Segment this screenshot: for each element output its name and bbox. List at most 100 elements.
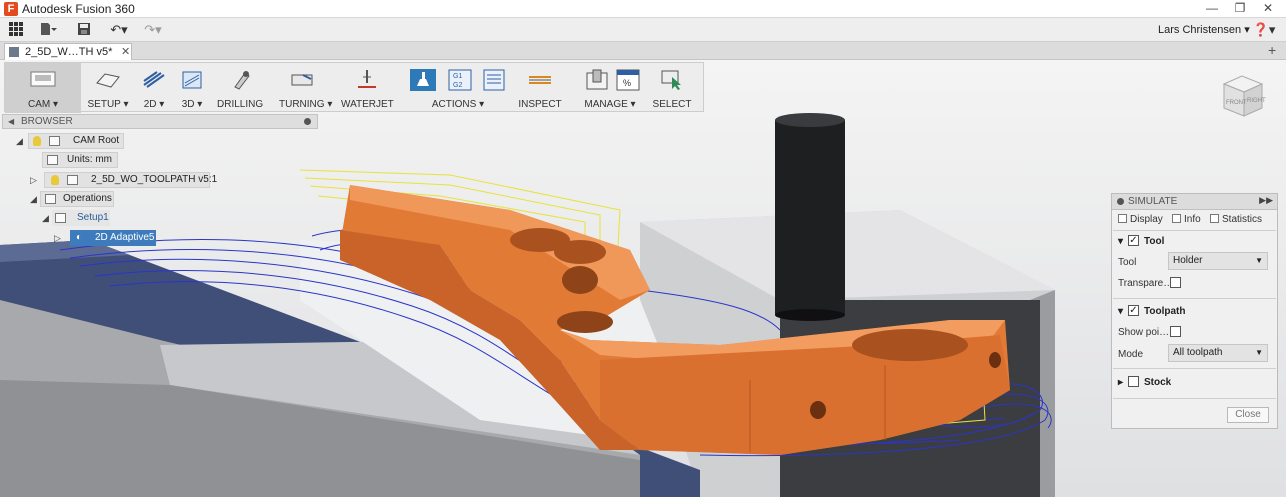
chevron-down-icon: ▼ bbox=[1255, 348, 1263, 357]
cam-workspace-label: CAM ▾ bbox=[27, 99, 59, 110]
minimize-icon[interactable]: — bbox=[1198, 0, 1226, 17]
browser-node-operations[interactable]: Operations bbox=[40, 191, 114, 207]
tool-library-icon bbox=[586, 69, 608, 90]
manage-label[interactable]: MANAGE ▾ bbox=[579, 99, 641, 110]
waterjet-button[interactable]: WATERJET bbox=[341, 63, 394, 113]
browser-node-2d-adaptive[interactable]: ◐ 2D Adaptive5 bbox=[70, 230, 156, 246]
info-tab-icon bbox=[1172, 214, 1181, 223]
simulate-panel: SIMULATE ▶▶ Display Info Statistics ▾ ✓ … bbox=[1111, 193, 1278, 429]
restore-icon[interactable]: ❐ bbox=[1226, 0, 1254, 17]
cam-root-label: CAM Root bbox=[73, 135, 120, 146]
browser-title: BROWSER bbox=[21, 116, 73, 127]
simulate-expand-icon[interactable]: ▶▶ bbox=[1259, 195, 1273, 206]
3d-button[interactable]: 3D ▾ bbox=[175, 63, 209, 113]
tool-section-header[interactable]: ▾ bbox=[1118, 236, 1123, 247]
statistics-tab-icon bbox=[1210, 214, 1219, 223]
operation-expand-icon[interactable]: ▷ bbox=[54, 233, 61, 244]
fusion-app-icon: F bbox=[4, 2, 18, 16]
2d-button[interactable]: 2D ▾ bbox=[137, 63, 171, 113]
file-menu-icon[interactable] bbox=[40, 22, 57, 38]
simulate-header[interactable]: SIMULATE ▶▶ bbox=[1112, 194, 1277, 210]
operation-label: 2D Adaptive5 bbox=[95, 232, 155, 243]
document-tab-close-icon[interactable]: ✕ bbox=[121, 45, 130, 58]
undo-icon[interactable]: ↶▾ bbox=[106, 22, 132, 38]
document-tab[interactable]: 2_5D_W…TH v5* ✕ bbox=[4, 43, 132, 60]
browser-collapse-icon[interactable]: ◀ bbox=[8, 117, 14, 126]
drilling-label: DRILLING bbox=[217, 99, 264, 110]
setup-sheet-icon bbox=[483, 69, 505, 91]
setup-label: SETUP ▾ bbox=[87, 99, 129, 110]
select-icon bbox=[661, 70, 681, 90]
model-visibility-bulb-icon[interactable] bbox=[51, 175, 59, 185]
drilling-button[interactable]: DRILLING bbox=[217, 63, 263, 113]
close-button[interactable]: Close bbox=[1227, 407, 1269, 423]
tool-display-value: Holder bbox=[1173, 255, 1203, 266]
select-button[interactable]: SELECT bbox=[651, 63, 693, 113]
inspect-button[interactable]: INSPECT bbox=[517, 63, 563, 113]
transparent-label: Transpare… bbox=[1118, 278, 1174, 289]
cam-workspace-button[interactable]: CAM ▾ bbox=[5, 63, 81, 113]
browser-node-units[interactable]: Units: mm bbox=[42, 152, 118, 168]
quick-access-bar: ↶▾ ↷▾ Lars Christensen ▾ ❓▾ bbox=[0, 18, 1286, 42]
show-points-checkbox[interactable] bbox=[1170, 326, 1181, 337]
turning-button[interactable]: TURNING ▾ bbox=[279, 63, 333, 113]
mode-select[interactable]: All toolpath ▼ bbox=[1168, 344, 1268, 362]
cutting-tool bbox=[775, 113, 845, 321]
tool-section-checkbox[interactable]: ✓ bbox=[1128, 235, 1139, 246]
tool-section-label: Tool bbox=[1144, 236, 1165, 247]
setup-node-icon bbox=[55, 213, 66, 223]
browser-node-setup[interactable]: Setup1 bbox=[52, 210, 110, 226]
tab-statistics-label: Statistics bbox=[1222, 214, 1263, 225]
data-panel-grid-icon[interactable] bbox=[8, 22, 24, 38]
stock-section-header[interactable]: ▸ bbox=[1118, 377, 1123, 388]
cam-root-expand-icon[interactable]: ◢ bbox=[16, 136, 23, 147]
show-points-label: Show poi… bbox=[1118, 327, 1170, 338]
section-divider bbox=[1113, 368, 1276, 369]
browser-pin-icon[interactable] bbox=[304, 118, 311, 125]
transparent-checkbox[interactable] bbox=[1170, 277, 1181, 288]
select-label: SELECT bbox=[652, 99, 692, 110]
user-account-menu[interactable]: Lars Christensen ▾ bbox=[1158, 23, 1250, 36]
browser-node-cam-root[interactable]: CAM Root bbox=[28, 133, 124, 149]
browser-header[interactable]: ◀ BROWSER bbox=[2, 114, 318, 129]
toolpath-section-checkbox[interactable]: ✓ bbox=[1128, 305, 1139, 316]
tab-display[interactable]: Display bbox=[1118, 212, 1163, 228]
simulate-pin-icon[interactable] bbox=[1117, 198, 1124, 205]
new-tab-plus-icon[interactable]: + bbox=[1268, 42, 1276, 58]
browser-node-model[interactable]: 2_5D_WO_TOOLPATH v5:1 bbox=[44, 172, 217, 188]
tab-info[interactable]: Info bbox=[1172, 212, 1201, 228]
visibility-bulb-icon[interactable] bbox=[33, 136, 41, 146]
post-library-icon: % bbox=[616, 69, 640, 91]
view-cube[interactable]: FRONT RIGHT bbox=[1216, 70, 1268, 122]
setup-label: Setup1 bbox=[77, 212, 109, 223]
tool-display-select[interactable]: Holder ▼ bbox=[1168, 252, 1268, 270]
window-title: Autodesk Fusion 360 bbox=[22, 2, 135, 16]
close-window-icon[interactable]: ✕ bbox=[1254, 0, 1282, 17]
stock-section-checkbox[interactable] bbox=[1128, 376, 1139, 387]
inspect-label: INSPECT bbox=[518, 99, 562, 110]
operations-expand-icon[interactable]: ◢ bbox=[30, 194, 37, 205]
setup-expand-icon[interactable]: ◢ bbox=[42, 213, 49, 224]
tab-display-label: Display bbox=[1130, 214, 1163, 225]
help-icon[interactable]: ❓▾ bbox=[1252, 22, 1276, 38]
tab-statistics[interactable]: Statistics bbox=[1210, 212, 1262, 228]
waterjet-label: WATERJET bbox=[341, 99, 394, 110]
title-bar: F Autodesk Fusion 360 — ❐ ✕ bbox=[0, 0, 1286, 18]
toolpath-section-header[interactable]: ▾ bbox=[1118, 306, 1123, 317]
drill-icon bbox=[234, 71, 250, 90]
svg-text:%: % bbox=[623, 78, 631, 88]
toolpath-section-label: Toolpath bbox=[1144, 306, 1186, 317]
actions-label[interactable]: ACTIONS ▾ bbox=[407, 99, 509, 110]
turning-label: TURNING ▾ bbox=[279, 99, 333, 110]
redo-icon[interactable]: ↷▾ bbox=[140, 22, 166, 38]
section-divider bbox=[1113, 298, 1276, 299]
document-tab-row: 2_5D_W…TH v5* ✕ + bbox=[0, 42, 1286, 60]
save-icon[interactable] bbox=[76, 22, 92, 38]
mode-value: All toolpath bbox=[1173, 347, 1223, 358]
adaptive-operation-icon: ◐ bbox=[76, 232, 83, 243]
inspect-icon bbox=[529, 76, 551, 84]
turning-icon bbox=[291, 74, 313, 86]
model-expand-icon[interactable]: ▷ bbox=[30, 175, 37, 186]
setup-button[interactable]: SETUP ▾ bbox=[85, 63, 131, 113]
user-name: Lars Christensen bbox=[1158, 24, 1242, 36]
